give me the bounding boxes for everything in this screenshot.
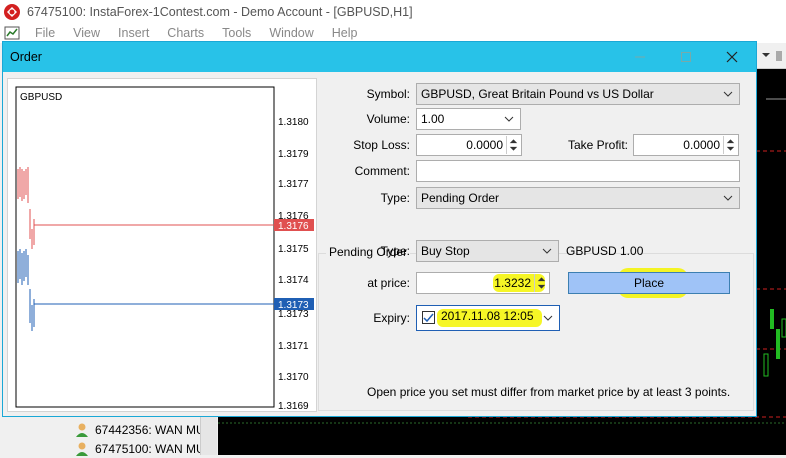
bottom-area: 67442356: WAN MU 67475100: WAN MU: [0, 415, 786, 458]
menu-insert[interactable]: Insert: [109, 26, 158, 40]
expiry-checkbox[interactable]: [422, 311, 435, 324]
checkmark-icon: [423, 313, 434, 323]
navigator-account-row[interactable]: 67475100: WAN MU: [74, 440, 205, 458]
background-candles: [756, 98, 786, 377]
take-profit-stepper[interactable]: 0.0000: [633, 134, 739, 156]
order-type-select[interactable]: Pending Order: [416, 187, 740, 209]
order-dialog: Order GBPUSD 1.3180 1.3179 1.3177 1.3176…: [2, 41, 757, 417]
chevron-down-icon: [723, 91, 733, 97]
pending-type-select[interactable]: Buy Stop: [416, 240, 559, 262]
minimize-button[interactable]: [617, 42, 663, 72]
pending-type-label: Type:: [380, 244, 410, 258]
at-price-stepper[interactable]: 1.3232: [416, 272, 550, 294]
at-price-value: 1.3232: [494, 276, 531, 290]
menu-view[interactable]: View: [64, 26, 109, 40]
chart-toolbar: [756, 43, 786, 69]
menu-charts[interactable]: Charts: [158, 26, 213, 40]
volume-label: Volume:: [366, 112, 410, 126]
order-type-value: Pending Order: [421, 191, 500, 205]
symbol-label: Symbol:: [366, 87, 410, 101]
chevron-down-icon: [504, 116, 514, 122]
maximize-icon: [681, 52, 691, 62]
chart-document-icon[interactable]: [4, 25, 20, 41]
maximize-button[interactable]: [663, 42, 709, 72]
close-button[interactable]: [709, 42, 755, 72]
minimize-icon: [635, 56, 645, 58]
order-dialog-title: Order: [10, 50, 42, 64]
order-form: Symbol: GBPUSD, Great Britain Pound vs U…: [3, 72, 758, 416]
stop-loss-stepper[interactable]: 0.0000: [416, 134, 522, 156]
volume-input[interactable]: 1.00: [416, 108, 521, 130]
stop-loss-label: Stop Loss:: [353, 138, 410, 152]
stop-loss-value: 0.0000: [466, 138, 503, 152]
spin-arrows-icon[interactable]: [723, 136, 737, 154]
place-button[interactable]: Place: [568, 272, 730, 294]
navigator-account-row[interactable]: 67442356: WAN MU: [74, 421, 205, 439]
close-icon: [726, 51, 738, 63]
take-profit-label: Take Profit:: [567, 138, 628, 152]
background-chart-bottom: [218, 415, 786, 455]
menu-file[interactable]: File: [26, 26, 64, 40]
pending-type-value: Buy Stop: [421, 244, 470, 258]
user-icon: [76, 423, 88, 437]
expiry-label: Expiry:: [373, 311, 410, 325]
comment-input[interactable]: [416, 160, 740, 182]
take-profit-value: 0.0000: [683, 138, 720, 152]
main-titlebar: 67475100: InstaForex-1Contest.com - Demo…: [0, 0, 786, 23]
volume-value: 1.00: [421, 112, 445, 126]
symbol-select[interactable]: GBPUSD, Great Britain Pound vs US Dollar: [416, 83, 740, 105]
pending-summary: GBPUSD 1.00: [566, 244, 644, 258]
expiry-value: 2017.11.08 12:05: [441, 309, 534, 323]
dropdown-arrow-icon[interactable]: [756, 43, 786, 69]
spin-arrows-icon[interactable]: [506, 136, 520, 154]
chevron-down-icon: [542, 248, 552, 254]
chevron-down-icon: [543, 315, 553, 321]
menu-window[interactable]: Window: [260, 26, 322, 40]
menu-tools[interactable]: Tools: [213, 26, 260, 40]
background-chart: [756, 43, 786, 455]
chevron-down-icon: [723, 195, 733, 201]
navigator-account-label: 67442356: WAN MU: [95, 423, 205, 437]
menubar: File View Insert Charts Tools Window Hel…: [0, 23, 786, 43]
comment-label: Comment:: [354, 164, 410, 178]
place-button-label: Place: [633, 276, 665, 290]
menu-help[interactable]: Help: [323, 26, 367, 40]
navigator-scrollbar[interactable]: [200, 415, 217, 455]
main-window-title: 67475100: InstaForex-1Contest.com - Demo…: [27, 4, 413, 19]
pending-price-note: Open price you set must differ from mark…: [367, 385, 731, 399]
navigator-account-label: 67475100: WAN MU: [95, 442, 205, 456]
symbol-select-value: GBPUSD, Great Britain Pound vs US Dollar: [421, 87, 654, 101]
instaforex-logo-icon: [4, 3, 20, 20]
type-label: Type:: [380, 191, 410, 205]
expiry-datetime[interactable]: 2017.11.08 12:05: [416, 305, 560, 331]
spin-arrows-icon[interactable]: [534, 274, 548, 292]
at-price-label: at price:: [367, 276, 410, 290]
order-dialog-titlebar[interactable]: Order: [3, 42, 756, 72]
